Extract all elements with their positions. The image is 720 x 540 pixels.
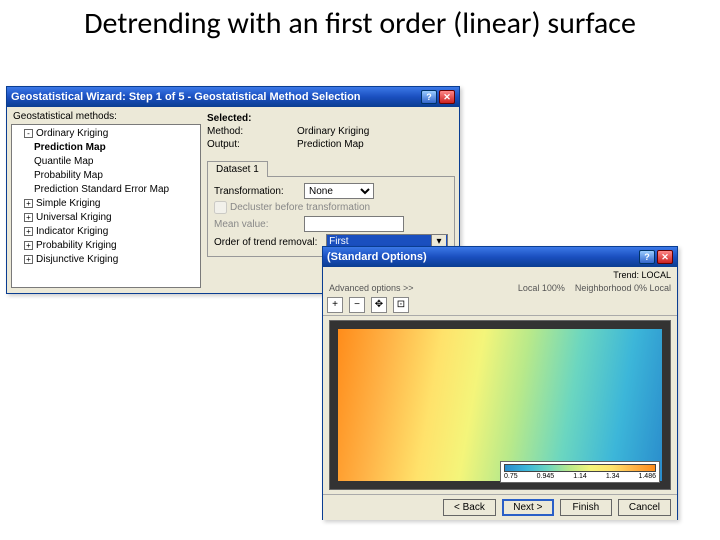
- legend-v4: 1.34: [606, 473, 620, 480]
- dataset-tab[interactable]: Dataset 1: [207, 161, 268, 177]
- tree-header: Geostatistical methods:: [13, 111, 201, 122]
- next-button[interactable]: Next >: [502, 499, 554, 516]
- legend-v5: 1.486: [638, 473, 656, 480]
- tree-stderr[interactable]: Prediction Standard Error Map: [34, 183, 198, 197]
- trend-label: Order of trend removal:: [214, 237, 326, 248]
- tree-ordinary[interactable]: Ordinary Kriging: [36, 128, 108, 139]
- neigh-value: 0% Local: [634, 283, 671, 293]
- tree-universal[interactable]: Universal Kriging: [36, 212, 112, 223]
- close-button[interactable]: ✕: [439, 90, 455, 104]
- cancel-button[interactable]: Cancel: [618, 499, 671, 516]
- tree-disjunctive[interactable]: Disjunctive Kriging: [36, 254, 118, 265]
- tree-quantile[interactable]: Quantile Map: [34, 155, 198, 169]
- help-button-2[interactable]: ?: [639, 250, 655, 264]
- legend: 0.75 0.945 1.14 1.34 1.486: [500, 461, 660, 483]
- output-label: Output:: [207, 139, 297, 150]
- transform-label: Transformation:: [214, 186, 304, 197]
- tree-probability[interactable]: Probability Map: [34, 169, 198, 183]
- legend-v2: 0.945: [537, 473, 555, 480]
- slide-title: Detrending with an first order (linear) …: [0, 0, 720, 42]
- local-label: Local: [518, 283, 540, 293]
- help-button[interactable]: ?: [421, 90, 437, 104]
- legend-bar: [504, 464, 656, 472]
- tree-prediction[interactable]: Prediction Map: [34, 141, 198, 155]
- trend-local-label: Trend: LOCAL: [613, 270, 671, 280]
- method-tree[interactable]: -Ordinary Kriging Prediction Map Quantil…: [11, 124, 201, 288]
- meanval-label: Mean value:: [214, 219, 304, 230]
- advanced-link[interactable]: Advanced options >>: [329, 283, 414, 293]
- legend-v3: 1.14: [573, 473, 587, 480]
- pan-icon[interactable]: ✥: [371, 297, 387, 313]
- zoom-in-icon[interactable]: +: [327, 297, 343, 313]
- selected-header: Selected:: [207, 113, 455, 124]
- transform-select[interactable]: None: [304, 183, 374, 199]
- decluster-checkbox: [214, 201, 227, 214]
- tree-indicator[interactable]: Indicator Kriging: [36, 226, 108, 237]
- win1-titlebar[interactable]: Geostatistical Wizard: Step 1 of 5 - Geo…: [7, 87, 459, 107]
- back-button[interactable]: < Back: [443, 499, 496, 516]
- zoom-out-icon[interactable]: −: [349, 297, 365, 313]
- tree-probkrig[interactable]: Probability Kriging: [36, 240, 117, 251]
- method-value: Ordinary Kriging: [297, 126, 369, 137]
- detrending-window: (Standard Options) ? ✕ Trend: LOCAL Adva…: [322, 246, 678, 520]
- method-label: Method:: [207, 126, 297, 137]
- decluster-label: Decluster before transformation: [230, 202, 370, 213]
- win1-title: Geostatistical Wizard: Step 1 of 5 - Geo…: [11, 91, 361, 103]
- close-button-2[interactable]: ✕: [657, 250, 673, 264]
- full-extent-icon[interactable]: ⊡: [393, 297, 409, 313]
- finish-button[interactable]: Finish: [560, 499, 612, 516]
- neigh-label: Neighborhood: [575, 283, 632, 293]
- legend-v1: 0.75: [504, 473, 518, 480]
- trend-surface-preview: 0.75 0.945 1.14 1.34 1.486: [329, 320, 671, 490]
- output-value: Prediction Map: [297, 139, 364, 150]
- wizard-button-row: < Back Next > Finish Cancel: [323, 494, 677, 520]
- win2-title: (Standard Options): [327, 251, 427, 263]
- map-toolbar: + − ✥ ⊡: [323, 295, 677, 316]
- meanval-input: [304, 216, 404, 232]
- win2-titlebar[interactable]: (Standard Options) ? ✕: [323, 247, 677, 267]
- tree-simple[interactable]: Simple Kriging: [36, 198, 100, 209]
- trend-gradient: [338, 329, 662, 481]
- local-value: 100%: [542, 283, 565, 293]
